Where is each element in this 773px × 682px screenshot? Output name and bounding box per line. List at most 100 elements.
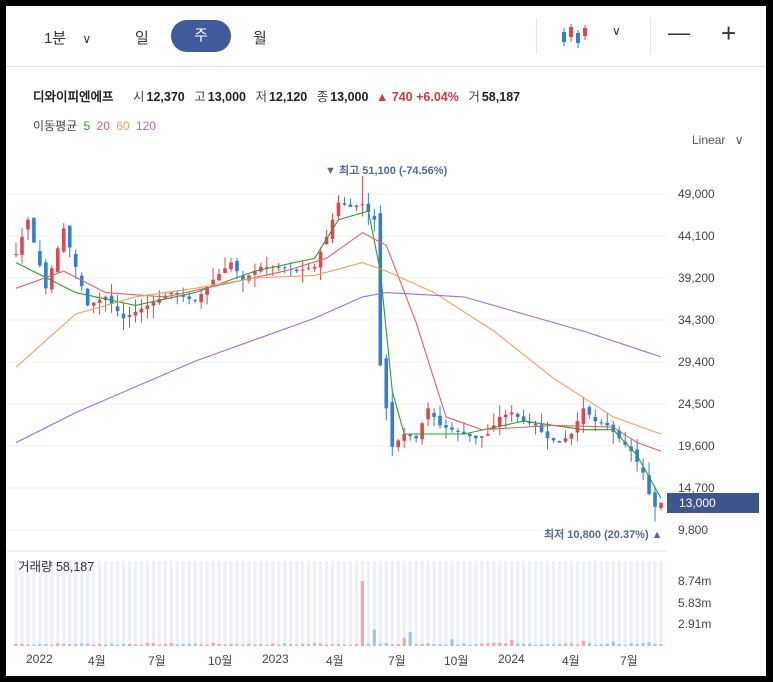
volume-bg-bar [336, 561, 341, 646]
volume-bg-bar [187, 561, 191, 646]
volume-bg-bar [378, 561, 382, 646]
volume-bg-bar [324, 561, 329, 646]
candle-body [378, 213, 383, 366]
volume-bar [623, 644, 627, 646]
volume-bar [259, 644, 263, 646]
candle-body [438, 415, 442, 426]
volume-bg-bar [444, 561, 448, 646]
candle-body [444, 425, 448, 428]
candle-body [32, 218, 36, 243]
volume-bar [330, 644, 335, 646]
volume-bg-bar [354, 561, 359, 646]
volume-bar [38, 644, 42, 646]
volume-bar [32, 644, 36, 646]
volume-bg-bar [169, 561, 173, 646]
candle-body [38, 250, 42, 266]
volume-bar [557, 644, 562, 646]
volume-bg-bar [181, 561, 185, 646]
volume-bar [20, 643, 24, 646]
volume-bg-bar [450, 561, 454, 646]
volume-bar [647, 642, 651, 646]
volume-bg-bar [629, 561, 633, 646]
volume-bg-bar [414, 561, 418, 646]
candle-body [223, 268, 227, 274]
volume-bar [121, 643, 126, 646]
candle-body [384, 358, 389, 409]
volume-bar [569, 643, 574, 646]
volume-bar [539, 644, 544, 646]
volume-bg-bar [139, 561, 144, 646]
volume-bg-bar [253, 561, 257, 646]
candle-body [115, 306, 120, 312]
volume-bg-bar [384, 561, 388, 646]
volume-bg-bar [295, 561, 299, 646]
price-chart[interactable] [6, 6, 766, 676]
volume-bar [396, 644, 400, 646]
volume-bar [533, 644, 538, 646]
volume-bar [336, 644, 341, 646]
volume-bar [247, 643, 251, 646]
x-tick-label: 2023 [262, 652, 289, 666]
volume-bar [366, 643, 370, 646]
volume-bg-bar [265, 561, 269, 646]
candle-body [551, 437, 556, 441]
volume-bg-bar [163, 561, 167, 646]
volume-bg-bar [611, 561, 615, 646]
y-tick-label: 44,100 [678, 229, 715, 243]
volume-bar [26, 644, 30, 646]
candle-body [217, 274, 221, 281]
volume-bg-bar [103, 561, 108, 646]
volume-bar [510, 640, 514, 646]
volume-bar [151, 643, 155, 646]
candle-body [121, 313, 126, 319]
volume-bar [516, 643, 520, 646]
volume-bar [74, 644, 78, 646]
volume-bar [348, 644, 353, 646]
candle-body [360, 204, 365, 206]
x-tick-label: 7월 [148, 654, 166, 668]
candle-body [372, 216, 377, 220]
x-tick-label: 7월 [388, 654, 406, 668]
volume-tick-label: 5.83m [678, 595, 712, 610]
volume-bar [50, 644, 54, 646]
volume-bar [635, 644, 639, 646]
volume-bar [372, 629, 376, 646]
x-tick-label: 2024 [498, 652, 525, 666]
volume-bar [145, 643, 149, 646]
volume-bar [187, 643, 191, 646]
volume-bg-bar [241, 561, 245, 646]
volume-bg-bar [635, 561, 639, 646]
volume-bar [241, 644, 245, 646]
candle-body [581, 408, 586, 425]
candle-body [282, 267, 287, 269]
candle-body [20, 236, 24, 255]
candle-body [169, 292, 174, 294]
y-tick-label: 9,800 [678, 523, 709, 537]
candle-body [294, 269, 299, 272]
volume-bar [283, 643, 287, 646]
volume-bar [44, 643, 48, 646]
volume-bg-bar [247, 561, 251, 646]
candle-body [450, 427, 454, 430]
moving-average-line-5 [15, 210, 662, 499]
volume-bar [211, 643, 215, 646]
volume-bar [450, 639, 454, 646]
volume-bg-bar [480, 561, 484, 646]
volume-bar [98, 643, 102, 646]
candle-body [474, 435, 478, 439]
volume-bg-bar [109, 561, 114, 646]
candle-body [139, 308, 144, 313]
candle-body [557, 440, 562, 443]
candle-body [67, 225, 72, 248]
volume-bg-bar [569, 561, 574, 646]
candle-body [265, 266, 269, 268]
volume-bg-bar [348, 561, 353, 646]
volume-bar [103, 644, 108, 646]
volume-bg-bar [474, 561, 478, 646]
volume-bg-bar [533, 561, 538, 646]
volume-bar [115, 644, 120, 646]
moving-average-line-60 [15, 262, 662, 435]
volume-bg-bar [575, 561, 579, 646]
volume-bg-bar [199, 561, 203, 646]
candle-body [56, 248, 60, 273]
